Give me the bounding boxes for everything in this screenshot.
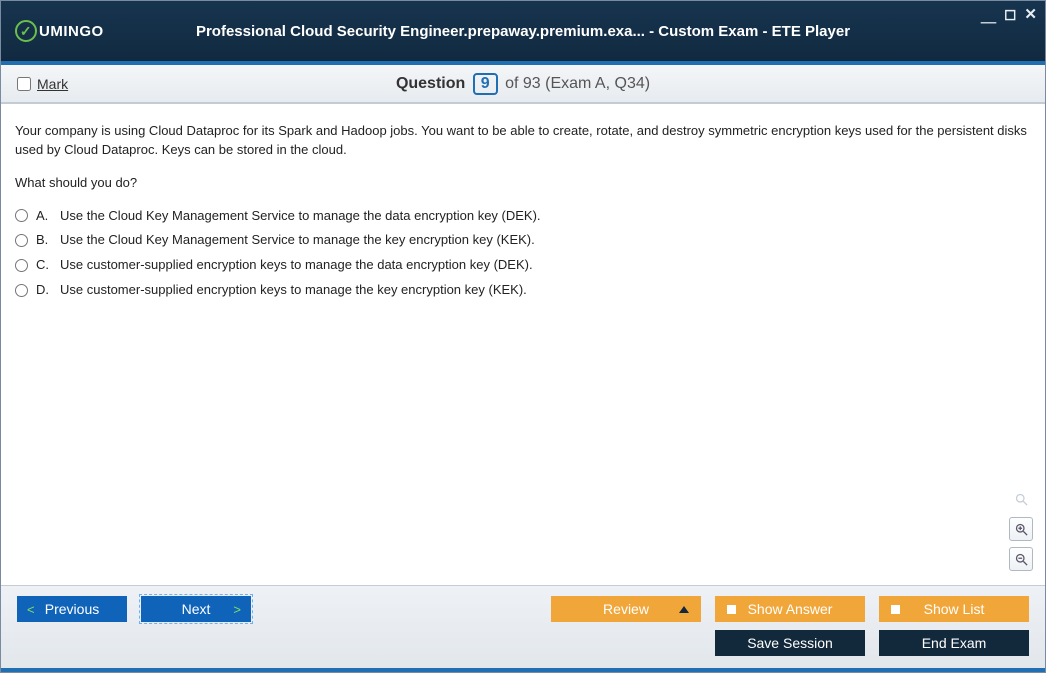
- chevron-left-icon: <: [27, 602, 35, 617]
- window-controls: ＿ ◻ ✕: [981, 5, 1037, 26]
- title-bar: ＿ ◻ ✕ ✓ UMINGO Professional Cloud Securi…: [1, 1, 1045, 61]
- question-text: Your company is using Cloud Dataproc for…: [15, 122, 1031, 160]
- maximize-icon[interactable]: ◻: [1004, 5, 1016, 26]
- mark-checkbox[interactable]: [17, 77, 31, 91]
- option-d-letter: D.: [36, 281, 52, 300]
- zoom-out-icon[interactable]: [1009, 547, 1033, 571]
- search-icon: [1009, 487, 1033, 511]
- option-c-text: Use customer-supplied encryption keys to…: [60, 256, 533, 275]
- option-d-radio[interactable]: [15, 284, 28, 297]
- option-b-radio[interactable]: [15, 234, 28, 247]
- window-title: Professional Cloud Security Engineer.pre…: [1, 23, 1045, 40]
- option-b[interactable]: B. Use the Cloud Key Management Service …: [15, 231, 1031, 250]
- zoom-in-icon[interactable]: [1009, 517, 1033, 541]
- option-a[interactable]: A. Use the Cloud Key Management Service …: [15, 207, 1031, 226]
- question-header: Mark Question 9 of 93 (Exam A, Q34): [1, 65, 1045, 103]
- chevron-right-icon: >: [233, 602, 241, 617]
- minimize-icon[interactable]: ＿: [981, 5, 996, 26]
- review-button[interactable]: Review: [551, 596, 701, 622]
- option-a-text: Use the Cloud Key Management Service to …: [60, 207, 541, 226]
- option-b-letter: B.: [36, 231, 52, 250]
- mark-checkbox-wrap[interactable]: Mark: [17, 76, 68, 92]
- question-word: Question: [396, 75, 465, 92]
- footer-stripe: [1, 668, 1045, 672]
- brand-logo: ✓ UMINGO: [15, 20, 104, 42]
- stop-icon: [891, 605, 900, 614]
- footer-row-2: Save Session End Exam: [17, 630, 1029, 656]
- question-prompt: What should you do?: [15, 174, 1031, 193]
- show-answer-button[interactable]: Show Answer: [715, 596, 865, 622]
- option-d-text: Use customer-supplied encryption keys to…: [60, 281, 527, 300]
- app-window: ＿ ◻ ✕ ✓ UMINGO Professional Cloud Securi…: [0, 0, 1046, 673]
- answer-options: A. Use the Cloud Key Management Service …: [15, 207, 1031, 300]
- previous-button[interactable]: < Previous: [17, 596, 127, 622]
- option-c-radio[interactable]: [15, 259, 28, 272]
- stop-icon: [727, 605, 736, 614]
- option-a-letter: A.: [36, 207, 52, 226]
- footer: < Previous Next > Review Show Answer: [1, 585, 1045, 668]
- option-c[interactable]: C. Use customer-supplied encryption keys…: [15, 256, 1031, 275]
- option-c-letter: C.: [36, 256, 52, 275]
- triangle-up-icon: [679, 606, 689, 613]
- option-b-text: Use the Cloud Key Management Service to …: [60, 231, 535, 250]
- option-d[interactable]: D. Use customer-supplied encryption keys…: [15, 281, 1031, 300]
- next-button[interactable]: Next >: [141, 596, 251, 622]
- zoom-controls: [1009, 487, 1033, 571]
- question-position: Question 9 of 93 (Exam A, Q34): [1, 73, 1045, 95]
- question-body: Your company is using Cloud Dataproc for…: [1, 103, 1045, 585]
- end-exam-button[interactable]: End Exam: [879, 630, 1029, 656]
- checkmark-icon: ✓: [15, 20, 37, 42]
- option-a-radio[interactable]: [15, 209, 28, 222]
- brand-text: UMINGO: [39, 23, 104, 40]
- save-session-button[interactable]: Save Session: [715, 630, 865, 656]
- footer-row-1: < Previous Next > Review Show Answer: [17, 596, 1029, 622]
- question-number-box[interactable]: 9: [473, 73, 498, 95]
- close-icon[interactable]: ✕: [1024, 5, 1037, 26]
- mark-label[interactable]: Mark: [37, 76, 68, 92]
- show-list-button[interactable]: Show List: [879, 596, 1029, 622]
- question-of: of 93 (Exam A, Q34): [505, 75, 650, 92]
